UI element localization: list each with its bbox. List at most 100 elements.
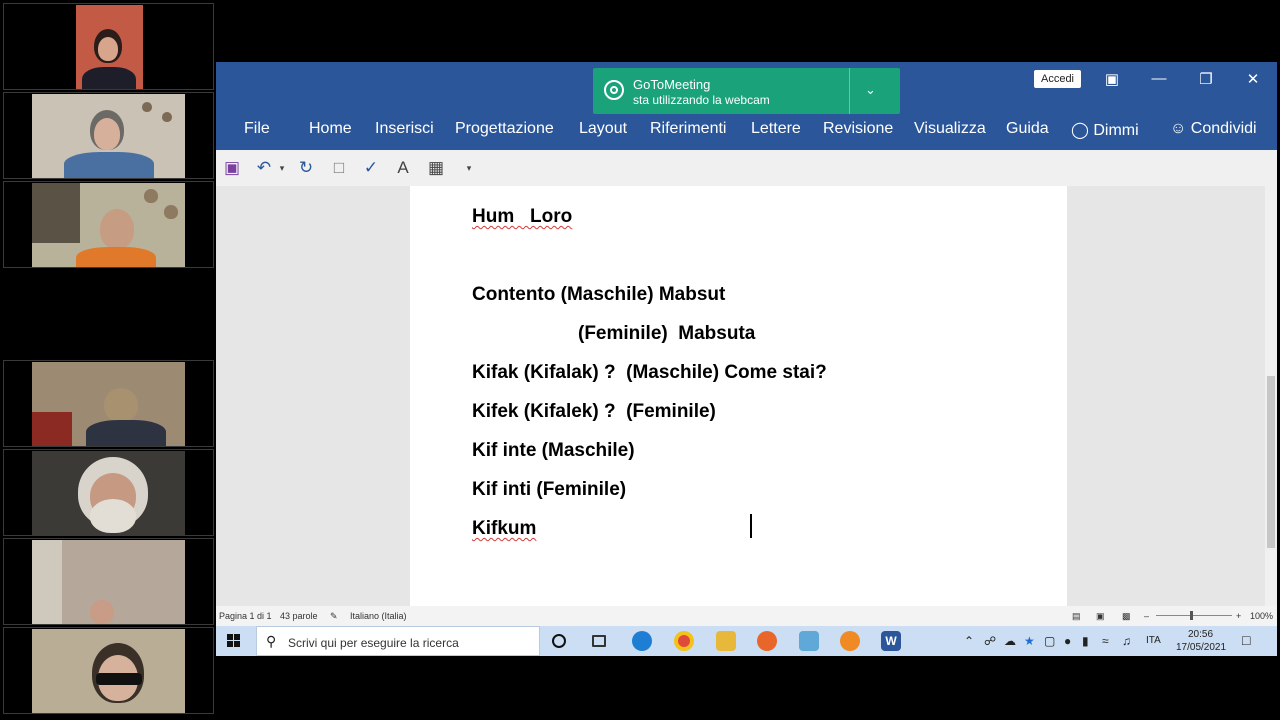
clock-date[interactable]: 17/05/2021 bbox=[1176, 642, 1226, 653]
tellme-label: Dimmi bbox=[1093, 122, 1139, 139]
zoom-in-icon[interactable]: + bbox=[1236, 611, 1241, 621]
restore-button[interactable]: ❐ bbox=[1191, 70, 1221, 88]
read-mode-icon[interactable]: ▤ bbox=[1072, 611, 1081, 622]
participant-video-1[interactable] bbox=[3, 3, 214, 90]
doc-line-7: Kif inti (Feminile) bbox=[472, 479, 627, 500]
video-feed bbox=[32, 183, 185, 267]
zoom-slider[interactable] bbox=[1156, 615, 1232, 616]
signin-button[interactable]: Accedi bbox=[1034, 70, 1081, 88]
onedrive-icon[interactable]: ☁ bbox=[1004, 634, 1016, 648]
doc-line-3: (Feminile) Mabsuta bbox=[578, 323, 756, 344]
menu-review[interactable]: Revisione bbox=[823, 120, 893, 138]
doc-line-5: Kifek (Kifalek) ? (Feminile) bbox=[472, 401, 716, 422]
webcam-notification[interactable]: GoToMeeting sta utilizzando la webcam ⌄ bbox=[593, 68, 900, 114]
battery-icon[interactable]: ▮ bbox=[1082, 634, 1089, 648]
page-count[interactable]: Pagina 1 di 1 bbox=[219, 611, 272, 621]
video-feed bbox=[32, 94, 185, 178]
firefox-icon[interactable] bbox=[757, 631, 777, 651]
microphone-icon[interactable]: ● bbox=[1064, 634, 1071, 648]
video-feed bbox=[32, 540, 185, 624]
participant-video-6[interactable] bbox=[3, 538, 214, 625]
menu-references[interactable]: Riferimenti bbox=[650, 120, 726, 138]
person-icon: ☺ bbox=[1170, 120, 1187, 137]
task-view-icon[interactable] bbox=[592, 635, 606, 647]
language-label[interactable]: Italiano (Italia) bbox=[350, 611, 407, 621]
notification-app: GoToMeeting bbox=[633, 77, 711, 92]
remote-desktop-icon[interactable] bbox=[799, 631, 819, 651]
menu-design[interactable]: Progettazione bbox=[455, 120, 554, 138]
menu-layout[interactable]: Layout bbox=[579, 120, 627, 138]
print-layout-icon[interactable]: ▣ bbox=[1096, 611, 1105, 622]
participant-video-5[interactable] bbox=[3, 449, 214, 536]
webcam-icon bbox=[604, 80, 624, 100]
participant-video-7[interactable] bbox=[3, 627, 214, 714]
edge-icon[interactable] bbox=[632, 631, 652, 651]
clock-time[interactable]: 20:56 bbox=[1188, 629, 1213, 640]
doc-line-1: Hum Loro bbox=[472, 206, 572, 228]
customize-toolbar-icon[interactable]: ▾ bbox=[459, 158, 479, 178]
wifi-icon[interactable]: ≈ bbox=[1102, 634, 1109, 648]
video-feed bbox=[32, 451, 185, 535]
tellme-button[interactable]: ◯ Dimmi bbox=[1071, 120, 1139, 140]
share-button[interactable]: ☺ Condividi bbox=[1170, 120, 1257, 138]
input-language[interactable]: ITA bbox=[1146, 635, 1161, 646]
vertical-scrollbar[interactable] bbox=[1265, 186, 1277, 610]
device-icon[interactable]: ▢ bbox=[1044, 634, 1055, 648]
chevron-up-icon[interactable]: ⌃ bbox=[964, 634, 974, 648]
doc-line-8: Kifkum bbox=[472, 518, 536, 540]
save-icon[interactable]: ▣ bbox=[222, 158, 242, 178]
participant-video-2[interactable] bbox=[3, 92, 214, 179]
doc-line-2: Contento (Maschile) Mabsut bbox=[472, 284, 726, 305]
gotomeeting-icon[interactable] bbox=[840, 631, 860, 651]
document-page[interactable]: Hum Loro Contento (Maschile) Mabsut (Fem… bbox=[410, 186, 1067, 610]
volume-icon[interactable]: ♫ bbox=[1122, 634, 1131, 648]
security-icon[interactable]: ☍ bbox=[984, 634, 996, 648]
ribbon-display-icon[interactable]: ▣ bbox=[1097, 70, 1127, 88]
file-explorer-icon[interactable] bbox=[716, 631, 736, 651]
menu-view[interactable]: Visualizza bbox=[914, 120, 986, 138]
video-feed bbox=[32, 629, 185, 713]
notifications-icon[interactable]: □ bbox=[1242, 632, 1250, 648]
screen: GoToMeeting sta utilizzando la webcam ⌄ … bbox=[0, 0, 1280, 720]
chevron-down-icon[interactable]: ⌄ bbox=[865, 82, 876, 98]
windows-taskbar: ⚲ Scrivi qui per eseguire la ricerca W ⌃… bbox=[216, 626, 1277, 656]
close-button[interactable]: ✕ bbox=[1238, 70, 1268, 88]
insert-table-icon[interactable]: ▦ bbox=[426, 158, 446, 178]
web-layout-icon[interactable]: ▩ bbox=[1122, 611, 1131, 622]
menu-mailings[interactable]: Lettere bbox=[751, 120, 801, 138]
cortana-icon[interactable] bbox=[552, 634, 566, 648]
scrollbar-thumb[interactable] bbox=[1267, 376, 1275, 548]
video-feed bbox=[32, 362, 185, 446]
ribbon: GoToMeeting sta utilizzando la webcam ⌄ … bbox=[216, 62, 1277, 150]
zoom-slider-thumb[interactable] bbox=[1190, 611, 1193, 620]
taskbar-search[interactable]: ⚲ Scrivi qui per eseguire la ricerca bbox=[256, 626, 540, 656]
doc-line-6: Kif inte (Maschile) bbox=[472, 440, 635, 461]
zoom-out-icon[interactable]: – bbox=[1144, 611, 1149, 621]
redo-icon[interactable]: ↻ bbox=[296, 158, 316, 178]
search-icon: ⚲ bbox=[266, 633, 277, 649]
minimize-button[interactable]: — bbox=[1144, 70, 1174, 87]
chrome-icon[interactable] bbox=[674, 631, 694, 651]
word-count[interactable]: 43 parole bbox=[280, 611, 318, 621]
participant-video-3[interactable] bbox=[3, 181, 214, 268]
undo-icon[interactable]: ↶ bbox=[254, 158, 274, 178]
menu-help[interactable]: Guida bbox=[1006, 120, 1049, 138]
status-bar: Pagina 1 di 1 43 parole ✎ Italiano (Ital… bbox=[216, 606, 1277, 626]
zoom-level[interactable]: 100% bbox=[1250, 611, 1273, 621]
participant-video-4[interactable] bbox=[3, 360, 214, 447]
undo-dropdown-icon[interactable]: ▾ bbox=[272, 158, 292, 178]
spelling-check-icon[interactable]: ✓ bbox=[361, 158, 381, 178]
doc-line-text: Hum Loro bbox=[472, 206, 573, 227]
menu-home[interactable]: Home bbox=[309, 120, 352, 138]
bluetooth-icon[interactable]: ★ bbox=[1024, 634, 1035, 648]
menu-file[interactable]: File bbox=[244, 120, 270, 138]
word-taskbar-icon[interactable]: W bbox=[881, 631, 901, 651]
menu-insert[interactable]: Inserisci bbox=[375, 120, 434, 138]
search-placeholder: Scrivi qui per eseguire la ricerca bbox=[288, 636, 459, 650]
proofing-icon[interactable]: ✎ bbox=[330, 611, 338, 622]
share-label: Condividi bbox=[1190, 120, 1257, 137]
new-document-icon[interactable]: □ bbox=[329, 158, 349, 178]
text-cursor bbox=[750, 514, 752, 538]
windows-start-icon[interactable] bbox=[227, 634, 241, 648]
font-size-icon[interactable]: A bbox=[393, 158, 413, 178]
